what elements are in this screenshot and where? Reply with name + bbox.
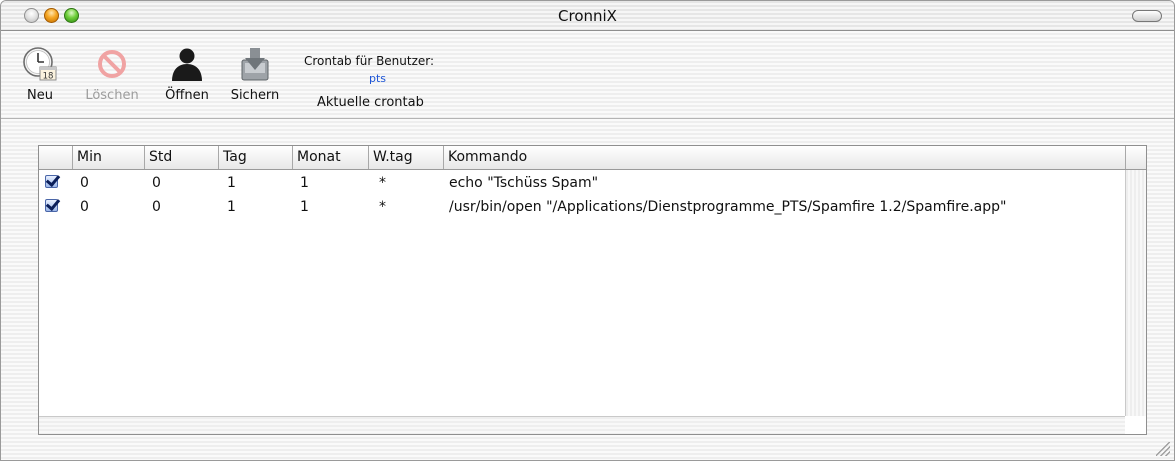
scroll-corner	[1125, 416, 1146, 434]
cell-monat: 1	[300, 199, 309, 215]
delete-button[interactable]: Löschen	[80, 46, 144, 103]
open-button-label: Öffnen	[165, 88, 209, 103]
disk-save-icon	[237, 46, 273, 82]
column-header-kommando[interactable]: Kommando	[443, 146, 1125, 169]
save-button[interactable]: Sichern	[226, 46, 284, 103]
user-silhouette-icon	[169, 46, 205, 82]
table-row[interactable]: 0 0 1 1 * echo "Tschüss Spam"	[39, 172, 1125, 194]
column-header-min[interactable]: Min	[72, 146, 144, 169]
column-header-corner	[1125, 146, 1146, 169]
cell-kommando: echo "Tschüss Spam"	[449, 175, 599, 191]
cell-tag: 1	[227, 175, 236, 191]
window-title: CronniX	[558, 7, 617, 25]
no-entry-icon	[94, 46, 130, 82]
column-header-monat[interactable]: Monat	[292, 146, 368, 169]
crontab-caption: Crontab für Benutzer:	[304, 54, 435, 68]
toolbar-toggle-button[interactable]	[1132, 10, 1162, 22]
toolbar: 18 Neu Löschen Öffnen Sichern Crontab fü…	[1, 32, 1174, 118]
row-enabled-checkbox[interactable]	[45, 175, 58, 188]
new-button-label: Neu	[27, 88, 53, 103]
new-button[interactable]: 18 Neu	[22, 46, 58, 103]
cell-std: 0	[152, 199, 161, 215]
cell-kommando: /usr/bin/open "/Applications/Dienstprogr…	[449, 199, 1007, 215]
crontab-user: pts	[369, 72, 387, 85]
column-header-std[interactable]: Std	[144, 146, 218, 169]
vertical-scrollbar[interactable]	[1125, 170, 1146, 418]
column-header-tag[interactable]: Tag	[218, 146, 292, 169]
cronnix-window: CronniX 18 Neu Löschen Öffnen Sichern Cr…	[0, 0, 1175, 461]
cell-min: 0	[80, 175, 89, 191]
cell-min: 0	[80, 199, 89, 215]
resize-grip-icon[interactable]	[1156, 442, 1170, 456]
save-button-label: Sichern	[230, 88, 280, 103]
cell-wtag: *	[379, 175, 386, 191]
clock-calendar-icon: 18	[22, 46, 58, 82]
row-enabled-checkbox[interactable]	[45, 199, 58, 212]
title-bar[interactable]: CronniX	[1, 1, 1174, 31]
cell-std: 0	[152, 175, 161, 191]
table-row[interactable]: 0 0 1 1 * /usr/bin/open "/Applications/D…	[39, 196, 1125, 218]
current-crontab-label: Aktuelle crontab	[317, 95, 424, 110]
svg-text:18: 18	[43, 72, 54, 82]
column-header-wtag[interactable]: W.tag	[368, 146, 443, 169]
column-header-enabled[interactable]	[39, 146, 72, 169]
crontab-table: Min Std Tag Monat W.tag Kommando 0 0 1 1…	[38, 145, 1147, 435]
delete-button-label: Löschen	[85, 88, 139, 103]
horizontal-scrollbar[interactable]	[39, 416, 1125, 434]
open-button[interactable]: Öffnen	[161, 46, 213, 103]
toolbar-divider	[1, 118, 1174, 119]
cell-wtag: *	[379, 199, 386, 215]
table-header: Min Std Tag Monat W.tag Kommando	[39, 146, 1146, 170]
cell-monat: 1	[300, 175, 309, 191]
cell-tag: 1	[227, 199, 236, 215]
